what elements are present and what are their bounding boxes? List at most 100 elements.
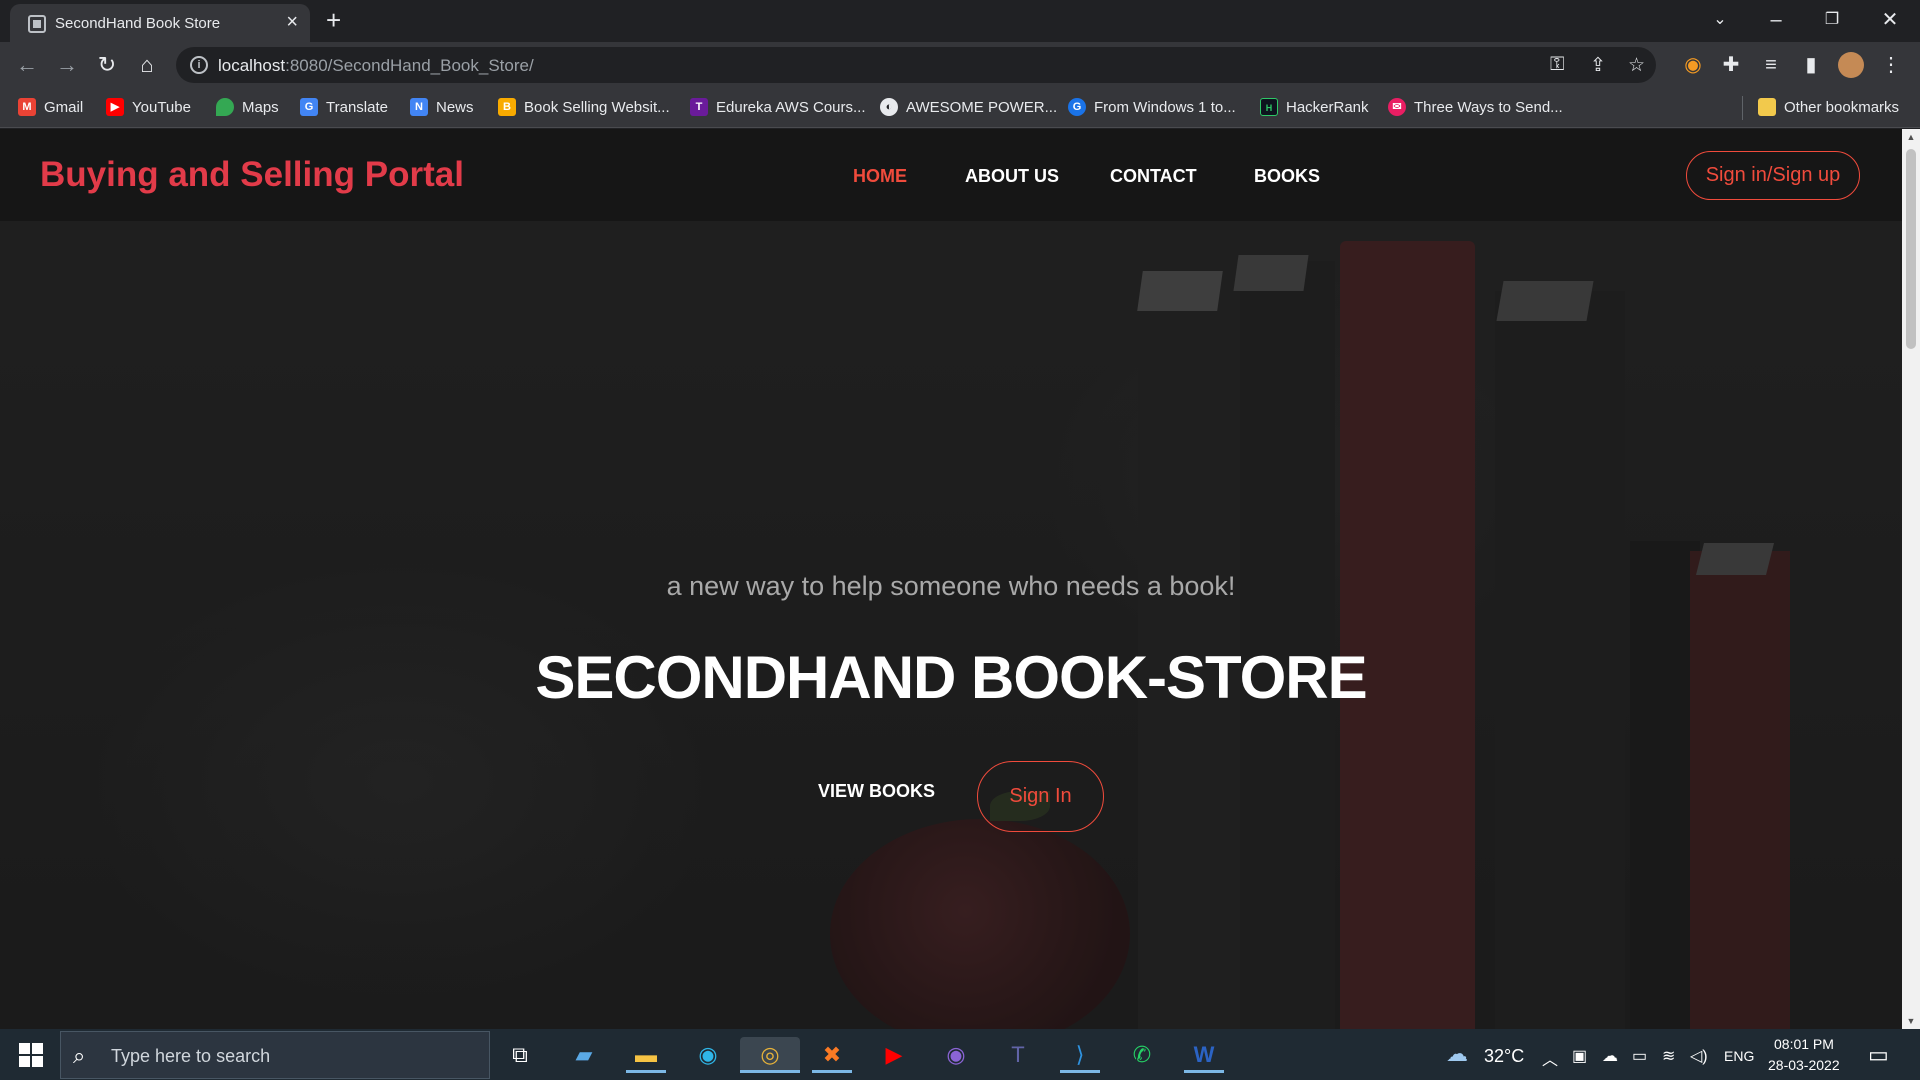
- folder-icon: [1758, 98, 1776, 116]
- side-panel-icon[interactable]: ▮: [1798, 52, 1824, 78]
- taskbar-search-box[interactable]: ⌕ Type here to search: [60, 1031, 490, 1079]
- onedrive-icon[interactable]: ☁: [1602, 1046, 1618, 1066]
- battery-icon[interactable]: ▭: [1632, 1046, 1647, 1066]
- running-indicator: [1060, 1070, 1100, 1073]
- running-indicator: [740, 1070, 800, 1073]
- scroll-up-icon[interactable]: ▲: [1902, 132, 1920, 142]
- minimize-button[interactable]: –: [1748, 6, 1804, 34]
- new-tab-button[interactable]: +: [326, 6, 341, 34]
- bookmark-edureka[interactable]: T Edureka AWS Cours...: [690, 98, 866, 116]
- bookmark-youtube[interactable]: ▶ YouTube: [106, 98, 191, 116]
- back-button[interactable]: ←: [12, 50, 42, 80]
- language-indicator[interactable]: ENG: [1724, 1048, 1754, 1064]
- xampp-icon[interactable]: ✖: [812, 1037, 852, 1073]
- bookmark-other-folder[interactable]: Other bookmarks: [1758, 98, 1899, 116]
- sign-in-button[interactable]: Sign In: [977, 761, 1104, 832]
- teams-icon[interactable]: T: [998, 1037, 1038, 1073]
- vscode-icon[interactable]: ⟩: [1060, 1037, 1100, 1073]
- nav-home[interactable]: HOME: [853, 166, 907, 187]
- volume-icon[interactable]: ◁): [1690, 1046, 1708, 1066]
- site-info-icon[interactable]: i: [190, 56, 208, 74]
- hero-section: a new way to help someone who needs a bo…: [0, 221, 1902, 1029]
- bookmark-translate[interactable]: G Translate: [300, 98, 388, 116]
- news-icon: N: [410, 98, 428, 116]
- bookmark-three-ways[interactable]: ✉ Three Ways to Send...: [1388, 98, 1563, 116]
- wifi-icon[interactable]: ≋: [1662, 1046, 1675, 1066]
- view-books-link[interactable]: VIEW BOOKS: [818, 781, 935, 802]
- extensions-puzzle-icon[interactable]: ✚: [1718, 52, 1744, 78]
- file-explorer-icon[interactable]: ▬: [626, 1037, 666, 1073]
- page-viewport: Buying and Selling Portal HOME ABOUT US …: [0, 129, 1902, 1029]
- bookmark-windows-article[interactable]: G From Windows 1 to...: [1068, 98, 1236, 116]
- task-view-icon[interactable]: ⧉: [500, 1037, 540, 1073]
- taskbar-search-placeholder: Type here to search: [111, 1046, 271, 1066]
- windows-start-icon[interactable]: [10, 1041, 52, 1069]
- tab-active[interactable]: SecondHand Book Store ×: [10, 4, 310, 42]
- scrollbar-thumb[interactable]: [1906, 149, 1916, 349]
- edge-icon[interactable]: ◉: [688, 1037, 728, 1073]
- bookmark-label: News: [436, 98, 474, 116]
- bookmark-label: Three Ways to Send...: [1414, 98, 1563, 116]
- profile-avatar[interactable]: [1838, 52, 1864, 78]
- menu-kebab-icon[interactable]: ⋮: [1878, 52, 1904, 78]
- forward-button[interactable]: →: [52, 50, 82, 80]
- nav-about-us[interactable]: ABOUT US: [965, 166, 1059, 187]
- browser-toolbar: ← → ↻ ⌂ i localhost:8080/SecondHand_Book…: [0, 42, 1920, 88]
- edureka-icon: T: [690, 98, 708, 116]
- three-ways-icon: ✉: [1388, 98, 1406, 116]
- weather-temperature[interactable]: 32°C: [1484, 1046, 1524, 1067]
- clock-date[interactable]: 28-03-2022: [1768, 1057, 1840, 1073]
- sign-in-sign-up-button[interactable]: Sign in/Sign up: [1686, 151, 1860, 200]
- bookmark-book-selling[interactable]: B Book Selling Websit...: [498, 98, 670, 116]
- bookmark-label: Gmail: [44, 98, 84, 116]
- github-icon[interactable]: ◉: [936, 1037, 976, 1073]
- restore-button[interactable]: ❐: [1804, 6, 1860, 34]
- bookmark-awesome-power[interactable]: ◐ AWESOME POWER...: [880, 98, 1057, 116]
- page-scrollbar[interactable]: ▲ ▼: [1902, 129, 1920, 1029]
- key-icon[interactable]: ⚿: [1550, 54, 1564, 76]
- translate-icon: G: [300, 98, 318, 116]
- clock-time[interactable]: 08:01 PM: [1774, 1036, 1834, 1052]
- bookmark-gmail[interactable]: M Gmail: [18, 98, 83, 116]
- site-brand[interactable]: Buying and Selling Portal: [40, 155, 464, 195]
- bookmark-label: From Windows 1 to...: [1094, 98, 1236, 116]
- youtube-app-icon[interactable]: ▶: [874, 1037, 914, 1073]
- media-controls-icon[interactable]: ≡: [1758, 52, 1784, 78]
- share-icon[interactable]: ⇪: [1590, 54, 1606, 77]
- windows-taskbar: ⌕ Type here to search ⧉ ▰ ▬ ◉ ◎ ✖ ▶ ◉ T …: [0, 1029, 1920, 1080]
- scroll-down-icon[interactable]: ▼: [1902, 1016, 1920, 1026]
- page-favicon-icon: [28, 15, 46, 33]
- url-host: localhost: [218, 56, 286, 75]
- notifications-icon[interactable]: ▭: [1868, 1042, 1889, 1068]
- nav-contact[interactable]: CONTACT: [1110, 166, 1197, 187]
- running-indicator: [812, 1070, 852, 1073]
- running-indicator: [626, 1070, 666, 1073]
- taskbar-app-icon[interactable]: ▰: [564, 1037, 604, 1073]
- bookmark-label: Edureka AWS Cours...: [716, 98, 866, 116]
- bookmark-hackerrank[interactable]: H HackerRank: [1260, 98, 1369, 116]
- weather-icon[interactable]: ☁: [1446, 1041, 1468, 1067]
- gmail-icon: M: [18, 98, 36, 116]
- meet-icon[interactable]: ▣: [1572, 1046, 1587, 1066]
- nav-books[interactable]: BOOKS: [1254, 166, 1320, 187]
- reload-button[interactable]: ↻: [92, 50, 122, 80]
- close-window-button[interactable]: ✕: [1862, 6, 1918, 34]
- bookmark-maps[interactable]: Maps: [216, 98, 279, 116]
- address-bar[interactable]: i localhost:8080/SecondHand_Book_Store/ …: [176, 47, 1656, 83]
- bookmark-news[interactable]: N News: [410, 98, 474, 116]
- bookmarks-divider: [1742, 96, 1743, 120]
- bookmark-label: AWESOME POWER...: [906, 98, 1058, 116]
- windows-article-icon: G: [1068, 98, 1086, 116]
- url-path: :8080/SecondHand_Book_Store/: [285, 56, 534, 75]
- tray-chevron-icon[interactable]: ︿: [1542, 1046, 1558, 1070]
- chrome-icon[interactable]: ◎: [740, 1037, 800, 1073]
- extension-orange-icon[interactable]: ◉: [1680, 52, 1706, 78]
- home-button[interactable]: ⌂: [132, 50, 162, 80]
- bookmark-label: YouTube: [132, 98, 191, 116]
- whatsapp-icon[interactable]: ✆: [1122, 1037, 1162, 1073]
- tab-strip: SecondHand Book Store × + ⌄ – ❐ ✕: [0, 0, 1920, 42]
- bookmark-star-icon[interactable]: ☆: [1628, 54, 1645, 77]
- tab-search-icon[interactable]: ⌄: [1692, 6, 1748, 34]
- word-icon[interactable]: W: [1184, 1037, 1224, 1073]
- tab-close-icon[interactable]: ×: [286, 12, 298, 32]
